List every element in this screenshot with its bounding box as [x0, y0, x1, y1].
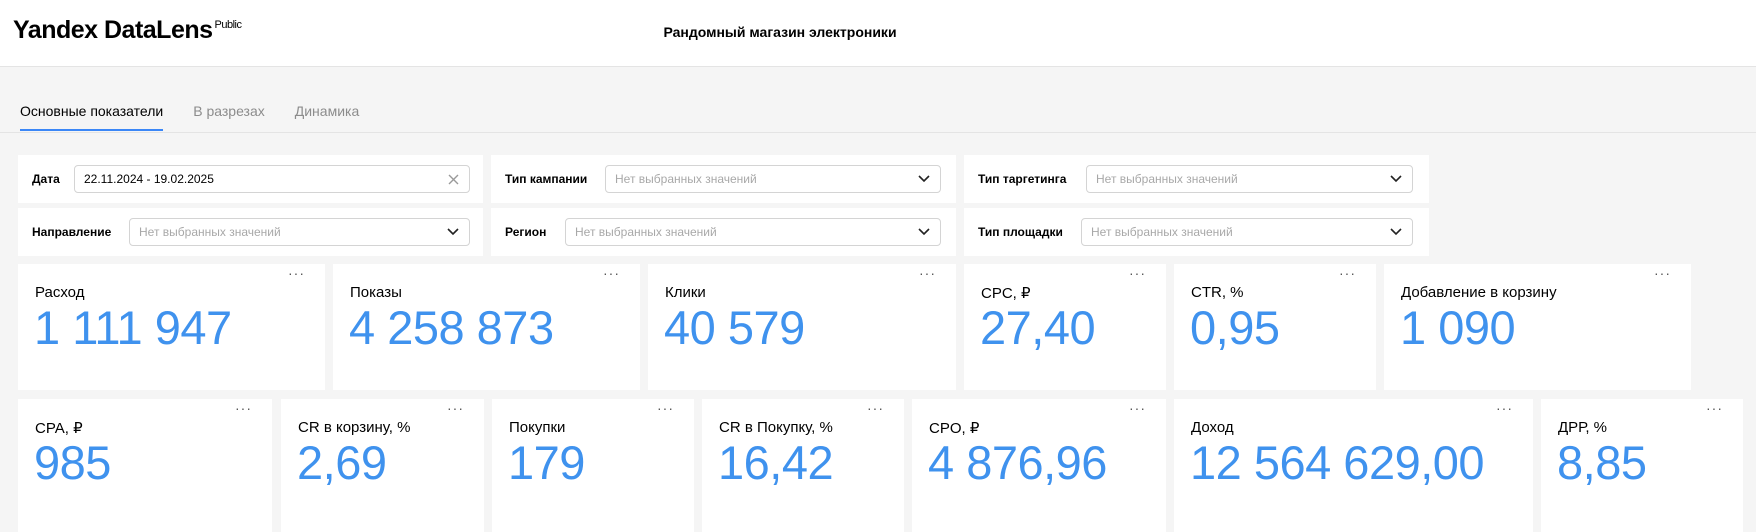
- kpi-card-purchases: ··· Покупки 179: [492, 399, 694, 532]
- more-dots-icon[interactable]: ···: [1339, 265, 1356, 281]
- campaign-type-select[interactable]: Нет выбранных значений: [605, 165, 941, 193]
- kpi-value: 8,85: [1557, 436, 1647, 489]
- dashboard-title: Рандомный магазин электроники: [663, 24, 897, 40]
- kpi-card-clicks: ··· Клики 40 579: [648, 264, 956, 390]
- direction-select[interactable]: Нет выбранных значений: [129, 218, 470, 246]
- kpi-value: 1 111 947: [34, 301, 232, 354]
- kpi-value: 1 090: [1400, 301, 1516, 354]
- more-dots-icon[interactable]: ···: [919, 265, 936, 281]
- kpi-label: CR в корзину, %: [298, 419, 411, 436]
- chevron-down-icon: [917, 225, 931, 239]
- kpi-value: 0,95: [1190, 301, 1280, 354]
- campaign-type-placeholder: Нет выбранных значений: [615, 172, 757, 186]
- kpi-value: 985: [34, 436, 111, 489]
- kpi-value: 16,42: [718, 436, 834, 489]
- tab-main-metrics[interactable]: Основные показатели: [20, 103, 164, 131]
- tabs-divider: [0, 132, 1756, 133]
- tab-bar: Основные показатели В разрезах Динамика: [20, 103, 389, 131]
- kpi-label: ДРР, %: [1558, 419, 1608, 436]
- date-range-input[interactable]: 22.11.2024 - 19.02.2025: [74, 165, 470, 193]
- chevron-down-icon: [1389, 225, 1403, 239]
- kpi-card-add-to-cart: ··· Добавление в корзину 1 090: [1384, 264, 1691, 390]
- filter-date: Дата 22.11.2024 - 19.02.2025: [18, 155, 483, 203]
- more-dots-icon[interactable]: ···: [1129, 265, 1146, 281]
- filter-region-label: Регион: [505, 225, 547, 239]
- kpi-card-cpc: ··· CPC, ₽ 27,40: [964, 264, 1166, 390]
- chevron-down-icon: [446, 225, 460, 239]
- filter-targeting-type: Тип таргетинга Нет выбранных значений: [964, 155, 1429, 203]
- filter-site-type: Тип площадки Нет выбранных значений: [964, 208, 1429, 256]
- tab-dynamics[interactable]: Динамика: [295, 103, 359, 131]
- region-placeholder: Нет выбранных значений: [575, 225, 717, 239]
- kpi-value: 40 579: [664, 301, 805, 354]
- app-header: Yandex DataLens Public Рандомный магазин …: [0, 0, 1756, 67]
- filter-direction-label: Направление: [32, 225, 112, 239]
- chevron-down-icon: [917, 172, 931, 186]
- kpi-card-revenue: ··· Доход 12 564 629,00: [1174, 399, 1533, 532]
- targeting-type-placeholder: Нет выбранных значений: [1096, 172, 1238, 186]
- targeting-type-select[interactable]: Нет выбранных значений: [1086, 165, 1413, 193]
- filter-site-type-label: Тип площадки: [978, 225, 1063, 239]
- more-dots-icon[interactable]: ···: [1654, 265, 1671, 281]
- kpi-value: 179: [508, 436, 585, 489]
- filter-direction: Направление Нет выбранных значений: [18, 208, 483, 256]
- kpi-card-cpa: ··· CPA, ₽ 985: [18, 399, 272, 532]
- region-select[interactable]: Нет выбранных значений: [565, 218, 941, 246]
- date-range-value: 22.11.2024 - 19.02.2025: [84, 172, 214, 186]
- kpi-value: 27,40: [980, 301, 1096, 354]
- close-icon[interactable]: [446, 172, 460, 186]
- more-dots-icon[interactable]: ···: [657, 400, 674, 416]
- more-dots-icon[interactable]: ···: [1496, 400, 1513, 416]
- more-dots-icon[interactable]: ···: [235, 400, 252, 416]
- kpi-label: CR в Покупку, %: [719, 419, 833, 436]
- kpi-card-cpo: ··· CPO, ₽ 4 876,96: [912, 399, 1166, 532]
- site-type-select[interactable]: Нет выбранных значений: [1081, 218, 1413, 246]
- kpi-value: 4 876,96: [928, 436, 1107, 489]
- direction-placeholder: Нет выбранных значений: [139, 225, 281, 239]
- chevron-down-icon: [1389, 172, 1403, 186]
- kpi-label: Покупки: [509, 419, 566, 436]
- filter-region: Регион Нет выбранных значений: [491, 208, 956, 256]
- tab-breakdowns[interactable]: В разрезах: [193, 103, 265, 131]
- site-type-placeholder: Нет выбранных значений: [1091, 225, 1233, 239]
- filter-date-label: Дата: [32, 172, 60, 186]
- more-dots-icon[interactable]: ···: [447, 400, 464, 416]
- more-dots-icon[interactable]: ···: [603, 265, 620, 281]
- kpi-card-drr: ··· ДРР, % 8,85: [1541, 399, 1743, 532]
- kpi-value: 4 258 873: [349, 301, 554, 354]
- more-dots-icon[interactable]: ···: [1706, 400, 1723, 416]
- kpi-value: 2,69: [297, 436, 387, 489]
- kpi-card-impressions: ··· Показы 4 258 873: [333, 264, 640, 390]
- filter-campaign-type-label: Тип кампании: [505, 172, 588, 186]
- more-dots-icon[interactable]: ···: [288, 265, 305, 281]
- filter-campaign-type: Тип кампании Нет выбранных значений: [491, 155, 956, 203]
- kpi-card-cr-cart: ··· CR в корзину, % 2,69: [281, 399, 484, 532]
- kpi-label: Добавление в корзину: [1401, 284, 1557, 301]
- kpi-value: 12 564 629,00: [1190, 436, 1485, 489]
- kpi-label: Клики: [665, 284, 706, 301]
- kpi-label: CTR, %: [1191, 284, 1244, 301]
- kpi-label: Расход: [35, 284, 85, 301]
- kpi-label: Доход: [1191, 419, 1234, 436]
- filter-targeting-type-label: Тип таргетинга: [978, 172, 1067, 186]
- more-dots-icon[interactable]: ···: [1129, 400, 1146, 416]
- kpi-card-cr-purchase: ··· CR в Покупку, % 16,42: [702, 399, 904, 532]
- kpi-card-spend: ··· Расход 1 111 947: [18, 264, 325, 390]
- kpi-label: Показы: [350, 284, 402, 301]
- kpi-card-ctr: ··· CTR, % 0,95: [1174, 264, 1376, 390]
- more-dots-icon[interactable]: ···: [867, 400, 884, 416]
